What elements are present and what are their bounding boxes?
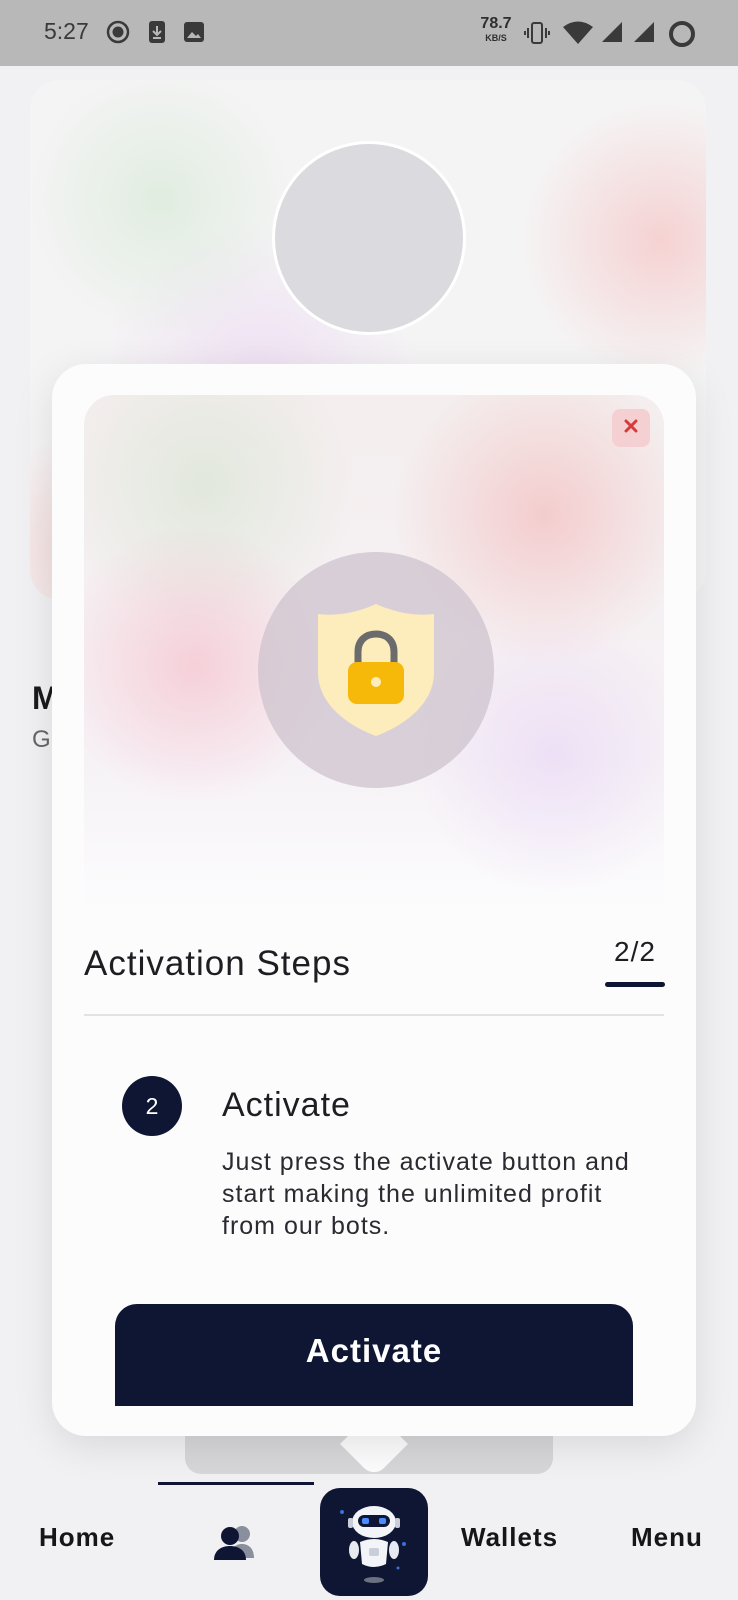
nav-item-menu[interactable]: Menu	[631, 1522, 703, 1553]
lock-circle	[258, 552, 494, 788]
avatar	[272, 141, 466, 335]
steps-counter: 2/2	[614, 936, 656, 967]
signal-icon	[600, 20, 624, 49]
close-icon	[623, 418, 639, 439]
network-speed-unit: KB/S	[485, 33, 507, 43]
battery-ring-icon	[668, 20, 696, 53]
network-speed-value: 78.7	[480, 15, 512, 32]
step-number-badge: 2	[122, 1076, 182, 1136]
nav-active-indicator	[158, 1482, 314, 1485]
background-subtitle: G	[32, 726, 51, 753]
divider	[84, 1014, 664, 1016]
download-icon	[146, 20, 168, 49]
signal-icon	[632, 20, 656, 49]
steps-counter-underline	[605, 982, 665, 987]
activation-modal: Activation Steps 2/2 2 Activate Just pre…	[52, 364, 696, 1436]
modal-hero	[84, 395, 664, 915]
status-bar: 5:27 78.7 KB/S	[0, 0, 738, 66]
vibrate-icon	[524, 20, 550, 51]
close-button[interactable]	[612, 409, 650, 447]
nav-item-bot[interactable]	[320, 1488, 428, 1596]
wifi-icon	[562, 20, 594, 51]
steps-title: Activation Steps	[84, 944, 351, 983]
shield-lock-icon	[316, 602, 436, 743]
nav-item-wallets[interactable]: Wallets	[461, 1522, 558, 1553]
users-icon[interactable]	[212, 1524, 256, 1567]
image-icon	[182, 20, 206, 49]
record-icon	[106, 20, 130, 49]
robot-icon	[334, 1498, 414, 1593]
step-description: Just press the activate button and start…	[222, 1148, 630, 1240]
step-title: Activate	[222, 1086, 351, 1124]
network-speed: 78.7 KB/S	[476, 16, 516, 43]
activate-button[interactable]: Activate	[115, 1304, 633, 1406]
nav-item-home[interactable]: Home	[39, 1522, 115, 1553]
status-time: 5:27	[44, 18, 89, 44]
